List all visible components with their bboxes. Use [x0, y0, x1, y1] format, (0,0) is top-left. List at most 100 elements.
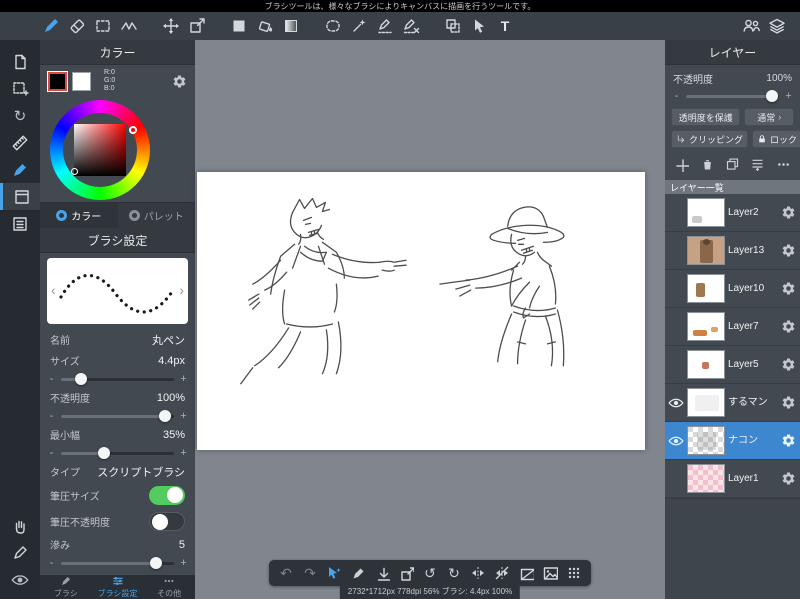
snap-tool-button[interactable] — [322, 560, 346, 586]
layer-settings-gear-icon[interactable] — [781, 281, 796, 296]
new-canvas-button[interactable] — [0, 48, 40, 75]
opacity-plus[interactable]: + — [180, 410, 187, 422]
lock-button[interactable]: ロック — [752, 130, 800, 148]
layer-settings-gear-icon[interactable] — [781, 433, 796, 448]
visibility-eye-icon[interactable] — [667, 395, 684, 411]
reset-view-button[interactable]: ↻ — [0, 102, 40, 129]
prev-brush-chevron[interactable]: ‹ — [51, 282, 56, 298]
minwidth-plus[interactable]: + — [180, 447, 187, 459]
curve-brush-tool-button[interactable] — [116, 14, 142, 38]
bleed-minus[interactable]: - — [48, 557, 55, 569]
brush-tool-button[interactable] — [38, 14, 64, 38]
gradient-tool-button[interactable] — [278, 14, 304, 38]
layer-row-layer2[interactable]: Layer2 — [665, 194, 800, 232]
sv-indicator[interactable] — [71, 168, 78, 175]
pressure-opacity-toggle[interactable] — [149, 512, 185, 531]
select-eraser-tool-button[interactable] — [398, 14, 424, 38]
export-canvas-button[interactable] — [184, 14, 210, 38]
clear-canvas-button[interactable] — [514, 560, 538, 586]
brush-panel-button[interactable] — [0, 156, 40, 183]
delete-layer-icon[interactable] — [700, 157, 715, 172]
ruler-button[interactable] — [0, 129, 40, 156]
layer-opacity-minus[interactable]: - — [673, 90, 680, 102]
transform-tool-button[interactable] — [440, 14, 466, 38]
material-panel-button[interactable] — [0, 210, 40, 237]
primary-color-swatch[interactable] — [48, 72, 67, 91]
layer-settings-gear-icon[interactable] — [781, 357, 796, 372]
hue-indicator[interactable] — [129, 126, 137, 134]
layer-settings-gear-icon[interactable] — [781, 319, 796, 334]
select-pen-tool-button[interactable] — [372, 14, 398, 38]
merge-layer-icon[interactable] — [750, 157, 765, 172]
more-options-icon[interactable] — [776, 157, 791, 172]
layer-settings-gear-icon[interactable] — [781, 205, 796, 220]
hand-tool-button[interactable] — [0, 512, 40, 539]
visibility-eye-icon[interactable] — [667, 433, 684, 449]
redo-button[interactable]: ↷ — [298, 560, 322, 586]
rotate-cw-button[interactable]: ↻ — [442, 560, 466, 586]
export-quick-button[interactable] — [394, 560, 418, 586]
select-expand-button[interactable] — [0, 75, 40, 102]
color-settings-gear-icon[interactable] — [172, 74, 187, 89]
layer-settings-gear-icon[interactable] — [781, 471, 796, 486]
opacity-minus[interactable]: - — [48, 410, 55, 422]
duplicate-layer-icon[interactable] — [725, 157, 740, 172]
material-image-button[interactable] — [538, 560, 562, 586]
bleed-slider[interactable] — [61, 562, 174, 565]
layer-row-layer7[interactable]: Layer7 — [665, 308, 800, 346]
brush-opacity-slider[interactable] — [61, 415, 174, 418]
layer-opacity-plus[interactable]: + — [785, 90, 792, 102]
magic-wand-tool-button[interactable] — [346, 14, 372, 38]
brush-size-slider[interactable] — [61, 378, 174, 381]
tab-brush[interactable]: ブラシ — [40, 575, 92, 599]
saturation-value-square[interactable] — [74, 124, 126, 176]
operation-select-tool-button[interactable] — [466, 14, 492, 38]
clipping-button[interactable]: クリッピング — [671, 130, 748, 148]
size-plus[interactable]: + — [180, 373, 187, 385]
layer-row-layer1[interactable]: Layer1 — [665, 460, 800, 498]
pen-quick-button[interactable] — [346, 560, 370, 586]
layer-row-layer13[interactable]: Layer13 — [665, 232, 800, 270]
undo-button[interactable]: ↶ — [274, 560, 298, 586]
grid-snap-button[interactable] — [562, 560, 586, 586]
color-panel-button[interactable] — [0, 183, 40, 210]
bucket-tool-button[interactable] — [252, 14, 278, 38]
lasso-select-tool-button[interactable] — [320, 14, 346, 38]
stylus-settings-button[interactable] — [0, 539, 40, 566]
layers-panel-toggle-button[interactable] — [764, 14, 790, 38]
rotate-ccw-button[interactable]: ↺ — [418, 560, 442, 586]
flip-disabled-button[interactable] — [490, 560, 514, 586]
tab-brush-settings[interactable]: ブラシ設定 — [92, 575, 144, 599]
size-minus[interactable]: - — [48, 373, 55, 385]
tab-palette[interactable]: パレット — [118, 203, 196, 228]
preview-eye-button[interactable] — [0, 566, 40, 593]
protect-alpha-button[interactable]: 透明度を保護 — [671, 108, 740, 126]
collaboration-button[interactable] — [738, 14, 764, 38]
brush-preview[interactable]: ‹ › — [47, 258, 188, 324]
tab-other[interactable]: その他 — [143, 575, 195, 599]
save-button[interactable] — [370, 560, 394, 586]
layer-row-layer5[interactable]: Layer5 — [665, 346, 800, 384]
text-tool-button[interactable]: T — [492, 14, 518, 38]
add-layer-icon[interactable] — [674, 157, 689, 172]
drawing-canvas[interactable] — [197, 172, 645, 450]
layer-opacity-slider[interactable] — [686, 95, 779, 98]
eraser-tool-button[interactable] — [64, 14, 90, 38]
minwidth-minus[interactable]: - — [48, 447, 55, 459]
layer-settings-gear-icon[interactable] — [781, 395, 796, 410]
move-tool-button[interactable] — [158, 14, 184, 38]
pressure-size-toggle[interactable] — [149, 486, 185, 505]
rect-select-tool-button[interactable] — [90, 14, 116, 38]
min-width-slider[interactable] — [61, 452, 174, 455]
tab-color[interactable]: カラー — [40, 203, 118, 228]
layer-row-nakon-selected[interactable]: ナコン — [665, 422, 800, 460]
fill-rect-tool-button[interactable] — [226, 14, 252, 38]
secondary-color-swatch[interactable] — [72, 72, 91, 91]
layer-row-suruman[interactable]: するマン — [665, 384, 800, 422]
flip-horizontal-button[interactable] — [466, 560, 490, 586]
color-wheel[interactable] — [50, 100, 150, 200]
next-brush-chevron[interactable]: › — [179, 282, 184, 298]
bleed-plus[interactable]: + — [180, 557, 187, 569]
layer-settings-gear-icon[interactable] — [781, 243, 796, 258]
layer-row-layer10[interactable]: Layer10 — [665, 270, 800, 308]
